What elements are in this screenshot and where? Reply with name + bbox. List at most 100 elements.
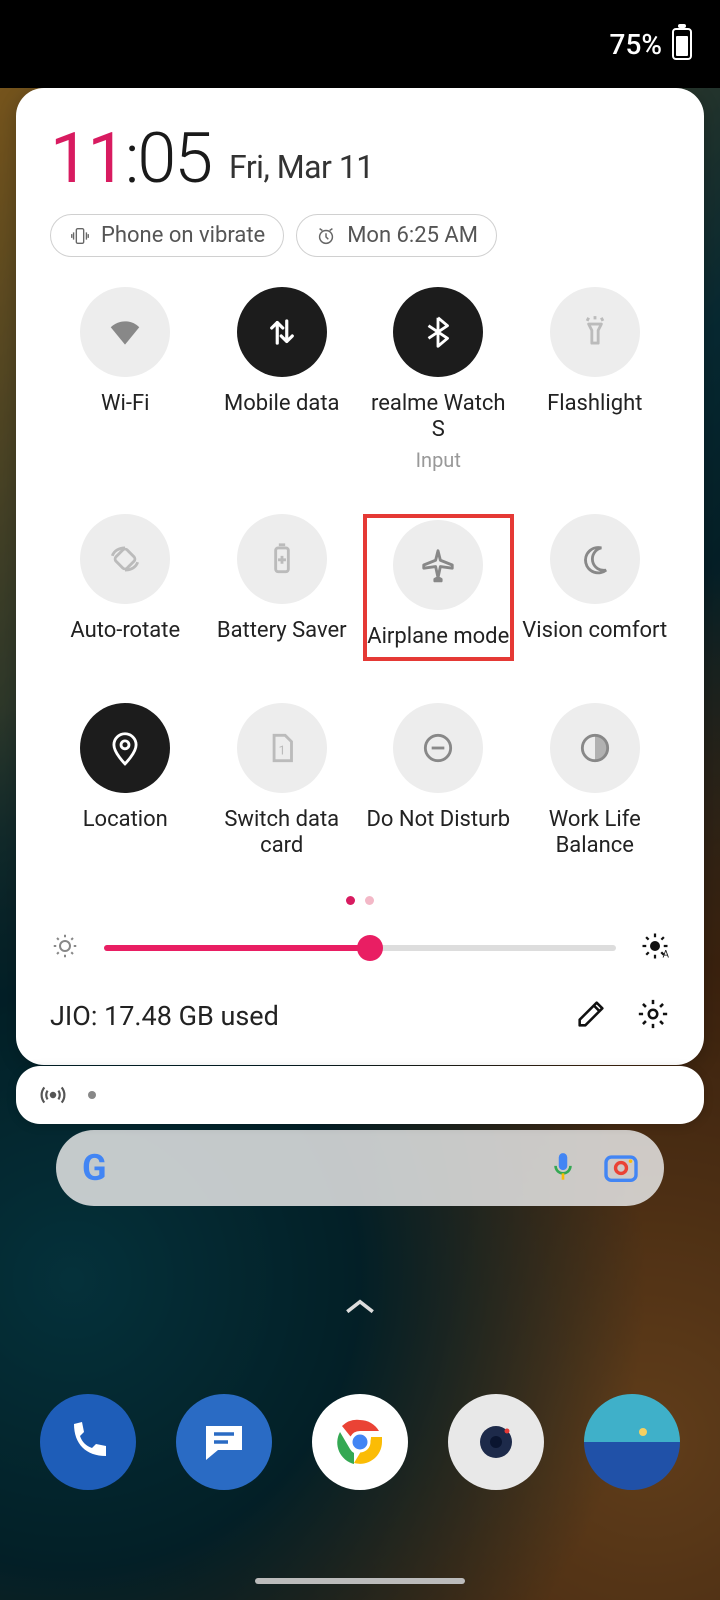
brightness-slider[interactable] <box>104 945 616 951</box>
quick-settings-panel: 11:05 Fri, Mar 11 Phone on vibrate Mon 6… <box>16 88 704 1065</box>
google-logo: G <box>82 1147 107 1189</box>
tile-wifi-label: Wi-Fi <box>101 391 149 418</box>
notification-mini-bar[interactable] <box>16 1066 704 1124</box>
data-usage-label[interactable]: JIO: 17.48 GB used <box>50 1000 546 1032</box>
auto-brightness-icon[interactable]: A <box>640 931 670 965</box>
sim-icon: 1 <box>263 729 301 767</box>
tile-flashlight-circle <box>550 287 640 377</box>
tile-work-life[interactable]: Work Life Balance <box>520 703 671 860</box>
app-phone[interactable] <box>40 1394 136 1490</box>
tile-wifi[interactable]: Wi-Fi <box>50 287 201 472</box>
lens-icon[interactable] <box>604 1153 638 1183</box>
clock-sep: : <box>125 118 138 200</box>
data-arrows-icon <box>263 313 301 351</box>
tile-battery-saver-circle <box>237 514 327 604</box>
tile-flashlight-label: Flashlight <box>547 391 642 418</box>
airplane-icon <box>419 546 457 584</box>
balance-icon <box>576 729 614 767</box>
battery-saver-icon <box>263 540 301 578</box>
tile-auto-rotate-circle <box>80 514 170 604</box>
battery-icon <box>672 28 692 60</box>
clock[interactable]: 11:05 <box>50 124 211 194</box>
tile-switch-sim[interactable]: 1 Switch data card <box>207 703 358 860</box>
page-indicator <box>50 896 670 905</box>
panel-footer: JIO: 17.48 GB used <box>50 997 670 1035</box>
battery-percent: 75% <box>610 28 662 61</box>
flashlight-icon <box>576 313 614 351</box>
gallery-icon <box>608 1418 656 1466</box>
clock-hours: 11 <box>50 118 125 200</box>
tile-vision-comfort-label: Vision comfort <box>522 618 667 645</box>
tile-switch-sim-circle: 1 <box>237 703 327 793</box>
app-camera[interactable] <box>448 1394 544 1490</box>
tile-switch-sim-label: Switch data card <box>207 807 358 860</box>
svg-text:1: 1 <box>278 743 285 758</box>
tile-location-circle <box>80 703 170 793</box>
tile-wifi-circle <box>80 287 170 377</box>
app-gallery[interactable] <box>584 1394 680 1490</box>
app-drawer-handle[interactable] <box>343 1296 377 1320</box>
tile-airplane-circle <box>393 520 483 610</box>
tile-location[interactable]: Location <box>50 703 201 860</box>
vibrate-icon <box>69 225 91 247</box>
svg-text:A: A <box>663 949 670 960</box>
tile-dnd[interactable]: Do Not Disturb <box>363 703 514 860</box>
date-label[interactable]: Fri, Mar 11 <box>229 148 374 186</box>
google-search-bar[interactable]: G <box>56 1130 664 1206</box>
tile-work-life-circle <box>550 703 640 793</box>
hotspot-icon <box>40 1082 66 1108</box>
tile-dnd-label: Do Not Disturb <box>366 807 510 834</box>
alarm-chip-label: Mon 6:25 AM <box>347 223 478 248</box>
tile-bluetooth-label: realme Watch S <box>363 391 514 444</box>
tile-battery-saver[interactable]: Battery Saver <box>207 514 358 661</box>
tile-vision-comfort[interactable]: Vision comfort <box>520 514 671 661</box>
dnd-icon <box>419 729 457 767</box>
tile-work-life-label: Work Life Balance <box>520 807 671 860</box>
chrome-icon <box>336 1418 384 1466</box>
vibrate-chip[interactable]: Phone on vibrate <box>50 214 284 257</box>
brightness-fill <box>104 945 370 951</box>
alarm-chip[interactable]: Mon 6:25 AM <box>296 214 497 257</box>
vibrate-chip-label: Phone on vibrate <box>101 223 265 248</box>
qs-tiles-grid: Wi-Fi Mobile data realme Watch S Input F… <box>50 287 670 860</box>
page-dot-2 <box>365 896 374 905</box>
tile-vision-comfort-circle <box>550 514 640 604</box>
tile-dnd-circle <box>393 703 483 793</box>
tile-auto-rotate[interactable]: Auto-rotate <box>50 514 201 661</box>
alarm-icon <box>315 225 337 247</box>
location-pin-icon <box>106 729 144 767</box>
tile-airplane-highlight: Airplane mode <box>363 514 514 661</box>
home-indicator[interactable] <box>255 1578 465 1584</box>
moon-icon <box>576 540 614 578</box>
bluetooth-icon <box>419 313 457 351</box>
messages-icon <box>200 1418 248 1466</box>
brightness-row: A <box>50 931 670 965</box>
app-chrome[interactable] <box>312 1394 408 1490</box>
phone-icon <box>64 1418 112 1466</box>
rotate-icon <box>106 540 144 578</box>
tile-bluetooth-sub: Input <box>416 448 461 472</box>
brightness-thumb[interactable] <box>357 935 383 961</box>
settings-button[interactable] <box>636 997 670 1035</box>
status-chips: Phone on vibrate Mon 6:25 AM <box>50 214 670 257</box>
tile-airplane[interactable]: Airplane mode <box>365 520 512 651</box>
mic-icon[interactable] <box>550 1151 576 1185</box>
brightness-low-icon <box>50 931 80 965</box>
tile-auto-rotate-label: Auto-rotate <box>70 618 180 645</box>
home-dock <box>0 1394 720 1490</box>
camera-icon <box>472 1418 520 1466</box>
tile-mobile-data-label: Mobile data <box>224 391 339 418</box>
tile-bluetooth[interactable]: realme Watch S Input <box>363 287 514 472</box>
wifi-icon <box>106 313 144 351</box>
edit-tiles-button[interactable] <box>574 997 608 1035</box>
tile-airplane-label: Airplane mode <box>367 624 509 651</box>
tile-flashlight[interactable]: Flashlight <box>520 287 671 472</box>
status-bar: 75% <box>0 0 720 88</box>
tile-mobile-data[interactable]: Mobile data <box>207 287 358 472</box>
tile-location-label: Location <box>83 807 168 834</box>
page-dot-1 <box>346 896 355 905</box>
tile-battery-saver-label: Battery Saver <box>217 618 347 645</box>
clock-row: 11:05 Fri, Mar 11 <box>50 124 670 194</box>
tile-mobile-data-circle <box>237 287 327 377</box>
app-messages[interactable] <box>176 1394 272 1490</box>
